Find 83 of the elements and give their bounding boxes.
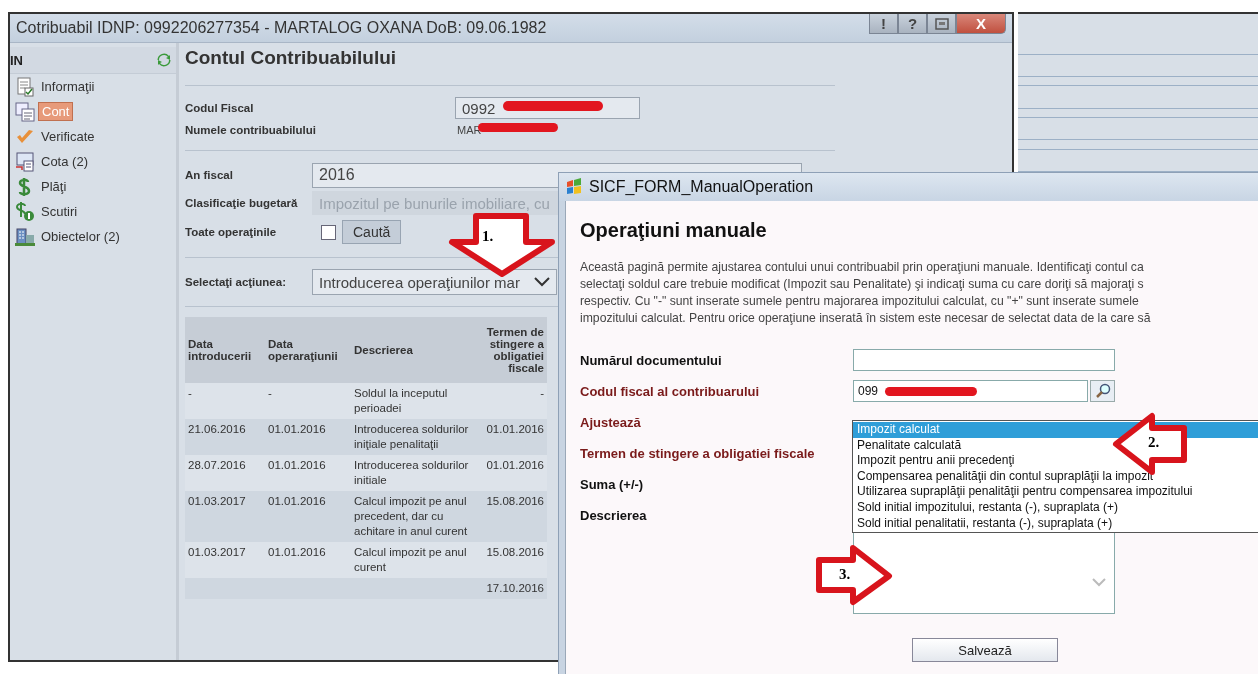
- cards-icon: [14, 101, 36, 122]
- dropdown-option[interactable]: Compensarea penalităţii din contul supraplăţii la impozit: [853, 468, 1158, 485]
- field-label: Descrierea: [580, 507, 648, 523]
- description-text: selectaţi soldul care trebuie modificat (Impozit sau Penalitate) şi indicaţi suma cu care doriţi să majoraţi s: [580, 276, 1145, 293]
- sidebar-item[interactable]: Scutiri: [38, 203, 81, 220]
- table-cell: 21.06.2016: [188, 423, 246, 435]
- document-number-field[interactable]: [853, 349, 1115, 371]
- field-label: Codul fiscal al contribuarului: [580, 383, 761, 399]
- field-label: Termen de stingere a obligatiei fiscale: [580, 445, 816, 461]
- title-bar-button[interactable]: !: [869, 14, 898, 34]
- document-icon: [14, 76, 36, 97]
- table-cell: Calcul impozit pe anul precedent, dar cu achitare in anul curent: [354, 495, 468, 537]
- dollar-badge-icon: [14, 201, 36, 222]
- annotation-number: 1.: [482, 228, 494, 245]
- action-dropdown[interactable]: Introducerea operaţiunilor mar: [312, 269, 557, 295]
- table-cell: 01.01.2016: [268, 459, 326, 471]
- field-label: Clasificaţie bugetară: [185, 197, 299, 209]
- sidebar-item[interactable]: Obiectelor (2): [38, 228, 123, 245]
- table-cell: 15.08.2016: [486, 546, 544, 558]
- dialog-heading: Operaţiuni manuale: [580, 219, 768, 243]
- dropdown-option[interactable]: Sold initial penalitatii, restanta (-), supraplata (+): [853, 515, 1117, 532]
- restore-button[interactable]: [927, 14, 956, 34]
- sidebar-item[interactable]: Plăţi: [38, 178, 70, 195]
- field-label: Toate operaţinile: [185, 226, 278, 238]
- save-button[interactable]: Salvează: [912, 638, 1058, 662]
- title-bar-button[interactable]: ?: [898, 14, 927, 34]
- description-text: Această pagină permite ajustarea contului unui contribuabil prin operaţiuni manuale. Identificaţi contul ca: [580, 259, 1145, 276]
- table-cell: 01.03.2017: [188, 546, 246, 558]
- search-icon: [1094, 383, 1111, 399]
- checkbox[interactable]: [321, 224, 336, 240]
- arrow-down-icon: [446, 212, 558, 278]
- chevron-down-icon: [1092, 578, 1106, 587]
- sidebar-item[interactable]: Cota (2): [38, 153, 91, 170]
- dropdown-option[interactable]: Sold initial impozitului, restanta (-), supraplata (+): [853, 499, 1123, 516]
- column-header: Data introducerii: [185, 317, 265, 383]
- chevron-down-icon: [534, 277, 550, 287]
- table-cell: -: [268, 387, 272, 399]
- field-label: An fiscal: [185, 169, 234, 181]
- field-label: Ajustează: [580, 414, 642, 430]
- table-cell: 01.01.2016: [268, 423, 326, 435]
- sidebar-item[interactable]: Informaţii: [38, 78, 98, 95]
- sidebar-title: IN: [10, 52, 23, 68]
- dropdown-option[interactable]: Impozit pentru anii precedenţi: [853, 453, 1019, 469]
- annotation-number: 3.: [839, 566, 851, 583]
- app-logo-icon: [565, 178, 583, 196]
- taxpayer-name: MAR: [457, 124, 482, 136]
- field-label: Codul Fiscal: [185, 102, 255, 114]
- table-cell: 01.01.2016: [268, 495, 326, 507]
- description-text: impozitului calculat. Pentru orice operaţiune inserată în sistem este necesar de selectat data de la care să: [580, 310, 1152, 327]
- search-button[interactable]: [1090, 380, 1115, 402]
- field-label: Selectaţi acţiunea:: [185, 276, 287, 288]
- table-cell: 28.07.2016: [188, 459, 246, 471]
- table-cell: -: [540, 387, 544, 399]
- search-button[interactable]: Caută: [342, 220, 402, 244]
- table-cell: 17.10.2016: [486, 582, 544, 594]
- building-icon: [14, 226, 36, 247]
- table-cell: 01.03.2017: [188, 495, 246, 507]
- description-text: respectiv. Cu "-" sunt inserate sumele pentru majorarea impozitului calculat, cu "+" sunt inserate sumele: [580, 293, 1140, 310]
- table-cell: 01.01.2016: [486, 423, 544, 435]
- table-cell: 15.08.2016: [486, 495, 544, 507]
- dropdown-option[interactable]: Utilizarea supraplăţii penalităţii pentru compensarea impozitului: [853, 484, 1197, 500]
- table-cell: -: [188, 387, 192, 399]
- column-header: Data operaraţiunii: [265, 317, 351, 383]
- column-header: Descrierea: [351, 317, 477, 383]
- table-cell: Introducerea soldurilor iniţiale penalitaţii: [354, 423, 469, 450]
- dropdown-option[interactable]: Penalitate calculată: [853, 437, 966, 454]
- page-title: Contul Contribuabilului: [185, 47, 398, 70]
- close-button[interactable]: X: [956, 14, 1006, 34]
- table-cell: 01.01.2016: [268, 546, 326, 558]
- arrow-right-icon: [815, 544, 893, 606]
- window-title: Cotribuabil IDNP: 0992206277354 - MARTALOG OXANA DoB: 09.06.1982: [16, 19, 547, 37]
- table-cell: Calcul impozit pe anul curent: [354, 546, 467, 573]
- sidebar-item[interactable]: Verificate: [38, 128, 98, 145]
- field-label: Suma (+/-): [580, 476, 645, 492]
- monitor-icon: [14, 151, 36, 172]
- column-header: Termen de stingere a obligatiei fiscale: [477, 317, 547, 383]
- field-label: Numărul documentului: [580, 352, 723, 368]
- table-cell: Introducerea soldurilor initiale: [354, 459, 469, 486]
- table-cell: 01.01.2016: [486, 459, 544, 471]
- table-cell: Soldul la inceputul perioadei: [354, 387, 448, 414]
- refresh-icon[interactable]: [156, 52, 172, 68]
- field-label: Numele contribuabilului: [185, 124, 317, 136]
- restore-icon: [934, 17, 949, 30]
